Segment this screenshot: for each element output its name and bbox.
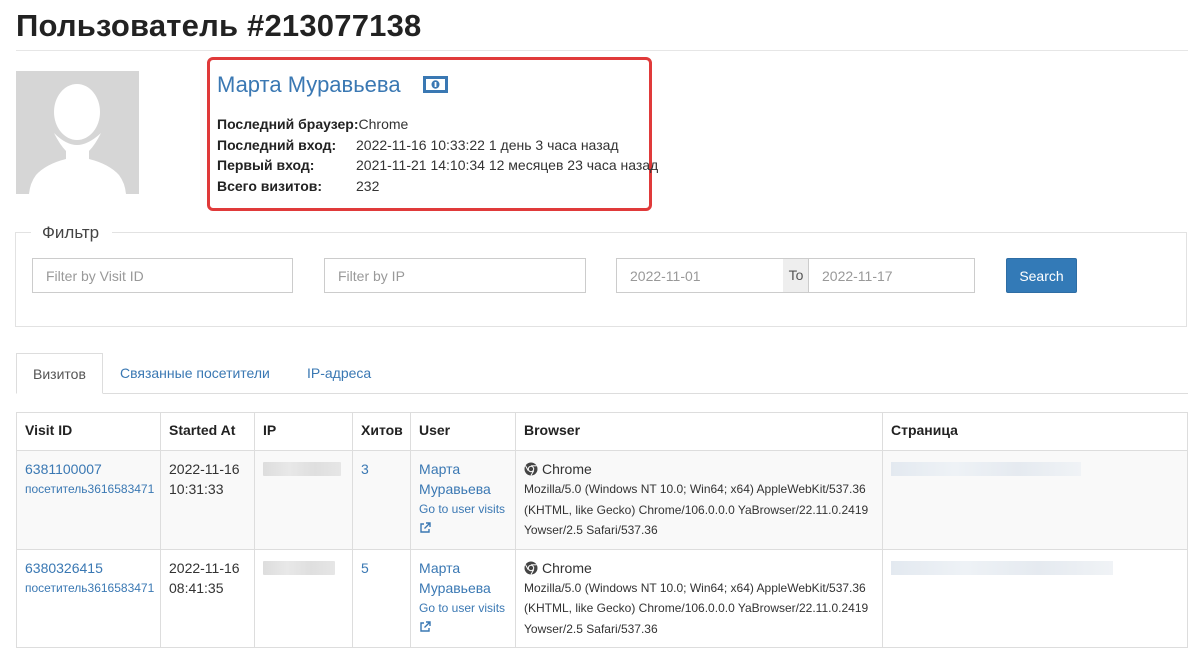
avatar-placeholder-icon [16, 71, 139, 194]
ip-cell [254, 548, 353, 648]
page-title: Пользователь #213077138 [16, 8, 422, 43]
info-first-login: Первый вход: 2021-11-21 14:10:34 12 месяц… [217, 157, 658, 173]
hits-cell: 3 [352, 450, 411, 550]
chrome-icon [524, 462, 538, 476]
table-header-row: Visit ID Started At IP Хитов User Browse… [16, 412, 1188, 451]
visit-id-link[interactable]: 6381100007 [25, 459, 152, 479]
user-agent: Mozilla/5.0 (Windows NT 10.0; Win64; x64… [524, 580, 869, 636]
browser-label: Chrome [542, 559, 592, 576]
browser-label: Chrome [542, 461, 592, 477]
chrome-icon [524, 561, 538, 575]
info-value: Chrome [358, 116, 409, 132]
go-to-user-visits-link[interactable]: Go to user visits [419, 499, 507, 539]
visit-time: 10:31:33 [169, 481, 224, 497]
page-redacted [891, 560, 1113, 575]
started-at-cell: 2022-11-16 10:31:33 [160, 450, 255, 550]
page-redacted [891, 462, 1081, 476]
user-first-name: Марта [419, 461, 461, 477]
column-header-user[interactable]: User [410, 412, 516, 451]
user-name[interactable]: Марта Муравьева [217, 72, 401, 98]
visit-date: 2022-11-16 [169, 559, 240, 576]
title-divider [16, 50, 1188, 51]
external-link-icon [420, 522, 431, 533]
ip-redacted [263, 560, 335, 575]
user-link[interactable]: Марта Муравьева [419, 459, 507, 499]
column-header-visit-id[interactable]: Visit ID [16, 412, 161, 451]
info-value: 2021-11-21 14:10:34 12 месяцев 23 часа н… [356, 157, 659, 173]
column-header-started-at[interactable]: Started At [160, 412, 255, 451]
browser-cell: Chrome Mozilla/5.0 (Windows NT 10.0; Win… [515, 548, 883, 648]
ip-cell [254, 450, 353, 550]
tab-visits[interactable]: Визитов [16, 353, 103, 394]
info-label: Последний браузер: [217, 116, 359, 132]
go-to-user-visits-label: Go to user visits [419, 600, 506, 615]
hits-cell: 5 [352, 548, 411, 648]
column-header-ip[interactable]: IP [254, 412, 353, 451]
info-total-visits: Всего визитов: 232 [217, 178, 379, 194]
visit-id-cell: 6380326415 посетитель3616583471 [16, 548, 161, 648]
external-link-icon [420, 620, 431, 632]
hits-link[interactable]: 3 [361, 461, 369, 477]
go-to-user-visits-label: Go to user visits [419, 502, 506, 516]
money-icon [423, 76, 448, 93]
column-header-page[interactable]: Страница [882, 412, 1188, 451]
info-label: Первый вход: [217, 157, 315, 173]
browser-cell: Chrome Mozilla/5.0 (Windows NT 10.0; Win… [515, 450, 883, 550]
date-range-to-label: To [783, 258, 809, 293]
info-label: Всего визитов: [217, 178, 323, 194]
visit-time: 08:41:35 [169, 579, 224, 596]
hits-link[interactable]: 5 [361, 560, 369, 576]
visit-id-link[interactable]: 6380326415 [25, 558, 152, 578]
info-last-login: Последний вход: 2022-11-16 10:33:22 1 ден… [217, 137, 619, 153]
column-header-hits[interactable]: Хитов [352, 412, 411, 451]
user-first-name: Марта [419, 559, 461, 576]
info-value: 232 [356, 178, 380, 194]
user-last-name: Муравьева [419, 481, 491, 497]
column-header-browser[interactable]: Browser [515, 412, 883, 451]
ip-filter-input[interactable] [324, 258, 586, 293]
browser-name: Chrome [524, 459, 874, 479]
filter-border [15, 232, 31, 233]
user-info-panel: Марта Муравьева Последний браузер:Chrome… [207, 57, 658, 211]
page-cell [882, 548, 1188, 648]
user-agent: Mozilla/5.0 (Windows NT 10.0; Win64; x64… [524, 482, 869, 537]
visit-id-cell: 6381100007 посетитель3616583471 [16, 450, 161, 550]
page-cell [882, 450, 1188, 550]
visitor-link[interactable]: посетитель3616583471 [25, 578, 154, 598]
table-row: 6380326415 посетитель3616583471 2022-11-… [16, 548, 1188, 648]
started-at-cell: 2022-11-16 08:41:35 [160, 548, 255, 648]
avatar [16, 71, 139, 194]
search-button[interactable]: Search [1006, 258, 1077, 293]
filter-border [112, 232, 1187, 233]
user-link[interactable]: Марта Муравьева [419, 558, 507, 598]
visits-table: Visit ID Started At IP Хитов User Browse… [16, 412, 1188, 648]
date-to-input[interactable] [808, 258, 975, 293]
user-last-name: Муравьева [419, 579, 491, 596]
info-last-browser: Последний браузер:Chrome [217, 116, 408, 132]
user-cell: Марта Муравьева Go to user visits [410, 548, 516, 648]
date-from-input[interactable] [616, 258, 784, 293]
visit-id-filter-input[interactable] [32, 258, 293, 293]
filter-legend: Фильтр [42, 223, 100, 242]
info-value: 2022-11-16 10:33:22 1 день 3 часа назад [356, 137, 619, 153]
ip-redacted [263, 462, 341, 476]
visitor-link[interactable]: посетитель3616583471 [25, 479, 154, 499]
tab-ip-addresses[interactable]: IP-адреса [291, 353, 387, 394]
go-to-user-visits-link[interactable]: Go to user visits [419, 598, 507, 638]
browser-name: Chrome [524, 558, 874, 578]
user-cell: Марта Муравьева Go to user visits [410, 450, 516, 550]
table-row: 6381100007 посетитель3616583471 2022-11-… [16, 450, 1188, 550]
tab-related-visitors[interactable]: Связанные посетители [104, 353, 286, 394]
visit-date: 2022-11-16 [169, 461, 240, 477]
info-label: Последний вход: [217, 137, 337, 153]
